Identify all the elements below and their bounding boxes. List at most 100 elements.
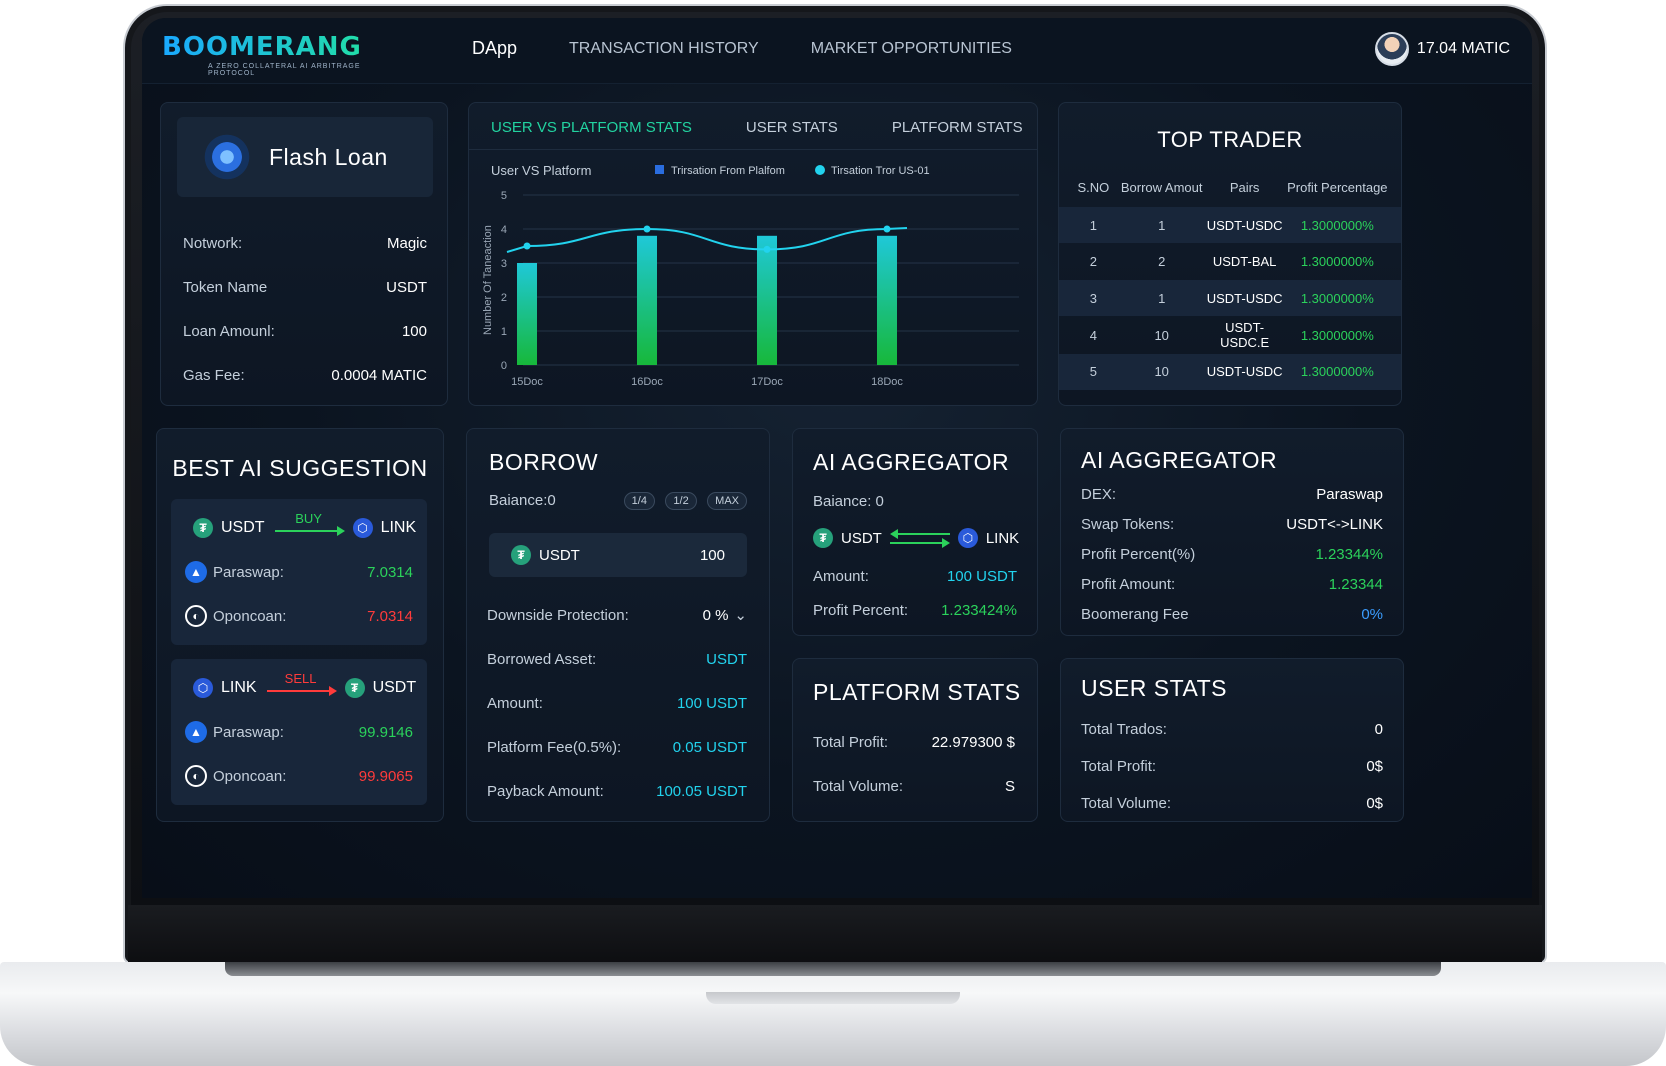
buy-arrow-head xyxy=(336,526,345,536)
col-profit-percentage: Profit Percentage xyxy=(1287,179,1388,195)
laptop-hinge xyxy=(225,962,1441,976)
platform-stats-title: PLATFORM STATS xyxy=(813,679,1021,705)
y-tick-label: 1 xyxy=(501,326,507,338)
user-profit-value: 0$ xyxy=(1366,758,1383,775)
borrowed-asset-value: USDT xyxy=(706,650,747,668)
flash-loan-icon xyxy=(201,131,253,183)
table-row[interactable]: 1 1 USDT-USDC 1.3000000% xyxy=(1059,207,1401,243)
link-icon: ⬡ xyxy=(957,528,978,548)
sell-pair: ⬡ LINK SELL ₮ USDT xyxy=(193,671,417,699)
ai-agg1-profit-label: Profit Percent: xyxy=(813,601,909,619)
ai-agg1-profit-value: 1.233424% xyxy=(941,601,1017,619)
cell-borrow: 1 xyxy=(1158,290,1166,306)
cell-borrow: 2 xyxy=(1158,254,1166,270)
max-button[interactable]: MAX xyxy=(707,492,747,510)
borrow-amount-value: 100 USDT xyxy=(676,694,747,712)
platform-profit-label: Total Profit: xyxy=(813,733,889,751)
cell-profit: 1.3000000% xyxy=(1300,254,1374,270)
link-icon: ⬡ xyxy=(352,518,373,538)
y-axis-label: Number Of Taneaction xyxy=(482,225,494,335)
borrow-token-select[interactable]: ₮ USDT xyxy=(511,545,580,565)
tab-user-vs-platform[interactable]: USER VS PLATFORM STATS xyxy=(491,119,692,136)
cell-profit: 1.3000000% xyxy=(1300,327,1374,343)
openocean-icon: ◐ xyxy=(185,605,207,627)
x-tick-label: 15Doc xyxy=(511,376,543,388)
buy-opencoan-value: 7.0314 xyxy=(367,607,413,625)
logo-tagline: A ZERO COLLATERAL AI ARBITRAGE PROTOCOL xyxy=(208,63,361,77)
buy-label: BUY xyxy=(295,511,322,526)
stats-tabs: USER VS PLATFORM STATS USER STATS PLATFO… xyxy=(491,119,1023,136)
flash-network-value: Magic xyxy=(386,234,427,252)
platform-fee-label: Platform Fee(0.5%): xyxy=(487,738,622,756)
cell-pair: USDT-USDC.E xyxy=(1220,320,1270,351)
borrow-amount[interactable]: 100 xyxy=(700,547,725,564)
table-row[interactable]: 3 1 USDT-USDC 1.3000000% xyxy=(1059,280,1401,317)
best-ai-title: BEST AI SUGGESTION xyxy=(172,455,428,481)
flash-gas-value: 0.0004 MATIC xyxy=(331,366,427,384)
x-tick-label: 18Doc xyxy=(871,376,903,388)
swap-arrows-icon[interactable] xyxy=(889,527,950,549)
half-button[interactable]: 1/2 xyxy=(665,492,697,510)
paraswap-icon: ▲ xyxy=(185,561,207,583)
buy-paraswap-value: 7.0314 xyxy=(367,563,413,581)
boomerang-logo[interactable]: BOOMERANG A ZERO COLLATERAL AI ARBITRAGE… xyxy=(162,32,382,77)
sell-suggestion[interactable]: ⬡ LINK SELL ₮ USDT ▲ Paraswap: 99.9146 ◐… xyxy=(171,659,427,805)
quarter-button[interactable]: 1/4 xyxy=(623,492,655,510)
nav-market-opportunities[interactable]: MARKET OPPORTUNITIES xyxy=(811,40,1012,59)
ai-agg2-profit-percent-row: Profit Percent(%) 1.23344% xyxy=(1081,539,1383,569)
buy-paraswap-label: Paraswap: xyxy=(213,563,284,581)
buy-suggestion[interactable]: ₮ USDT BUY ⬡ LINK ▲ Paraswap: 7.0314 ◐ O… xyxy=(171,499,427,645)
table-row[interactable]: 2 2 USDT-BAL 1.3000000% xyxy=(1059,244,1401,280)
tab-platform-stats[interactable]: PLATFORM STATS xyxy=(892,119,1023,136)
borrow-amount-input[interactable]: ₮ USDT 100 xyxy=(489,533,747,577)
ai-agg2-fee-row: Boomerang Fee 0% xyxy=(1081,599,1383,629)
nav-transaction-history[interactable]: TRANSACTION HISTORY xyxy=(569,40,759,59)
nav-dapp[interactable]: DApp xyxy=(472,38,517,59)
platform-fee-value: 0.05 USDT xyxy=(672,738,747,756)
flash-amount-row: Loan Amounl: 100 xyxy=(183,309,427,353)
main-nav: DApp TRANSACTION HISTORY MARKET OPPORTUN… xyxy=(472,38,1012,59)
ai-agg2-dex-row: DEX: Paraswap xyxy=(1081,479,1383,509)
ai-agg2-swap-value: USDT<->LINK xyxy=(1286,515,1383,533)
platform-volume-label: Total Volume: xyxy=(813,777,904,795)
wallet-button[interactable]: 17.04 MATIC xyxy=(1374,32,1510,66)
ai-agg1-title: AI AGGREGATOR xyxy=(813,449,1010,475)
user-stats-card: USER STATS Total Trados: 0 Total Profit:… xyxy=(1060,658,1404,822)
swap-arrow-right-head xyxy=(941,538,950,548)
ai-agg1-amount-label: Amount: xyxy=(813,567,869,585)
borrow-details: Downside Protection: 0 % ⌄ Borrowed Asse… xyxy=(487,593,747,813)
sell-arrow-head xyxy=(328,686,337,696)
sell-paraswap-value: 99.9146 xyxy=(358,723,413,741)
ai-agg2-fee-label: Boomerang Fee xyxy=(1081,605,1189,623)
ai-agg2-swap-row: Swap Tokens: USDT<->LINK xyxy=(1081,509,1383,539)
user-trades-value: 0 xyxy=(1374,721,1383,738)
cell-sno: 3 xyxy=(1089,290,1097,306)
payback-amount-label: Payback Amount: xyxy=(487,782,604,800)
buy-opencoan-label-wrap: ◐ Oponcoan: xyxy=(185,605,286,627)
sell-to-token: USDT xyxy=(372,679,417,696)
sell-opencoan-label-wrap: ◐ Oponcoan: xyxy=(185,765,286,787)
wallet-balance: 17.04 MATIC xyxy=(1416,40,1510,57)
table-row[interactable]: 4 10 USDT-USDC.E 1.3000000% xyxy=(1059,317,1401,353)
top-trader-title: TOP TRADER xyxy=(1157,127,1303,152)
table-row[interactable]: 5 10 USDT-USDC 1.3000000% xyxy=(1059,353,1401,390)
ai-agg2-swap-label: Swap Tokens: xyxy=(1081,515,1175,533)
top-navbar: BOOMERANG A ZERO COLLATERAL AI ARBITRAGE… xyxy=(142,18,1532,84)
legend-line-swatch xyxy=(815,165,825,175)
downside-protection-value: 0 % xyxy=(702,606,729,624)
avatar[interactable] xyxy=(1374,32,1409,66)
platform-volume-value: S xyxy=(1004,777,1015,795)
borrowed-asset-label: Borrowed Asset: xyxy=(487,650,597,668)
tab-user-stats[interactable]: USER STATS xyxy=(746,119,838,136)
ai-agg2-profit-amount-label: Profit Amount: xyxy=(1081,575,1176,593)
sell-opencoan-label: Oponcoan: xyxy=(213,767,287,785)
paraswap-icon: ▲ xyxy=(185,721,207,743)
borrow-card: BORROW Baiance:0 1/4 1/2 MAX ₮ USDT 100 … xyxy=(466,428,770,822)
borrow-token: USDT xyxy=(539,546,580,564)
flash-network-row: Notwork: Magic xyxy=(183,221,427,265)
downside-protection-select[interactable]: 0 % ⌄ xyxy=(702,606,747,625)
flash-gas-row: Gas Fee: 0.0004 MATIC xyxy=(183,353,427,397)
sell-arrow-line xyxy=(266,690,331,692)
col-borrow-amount: Borrow Amout xyxy=(1120,179,1203,195)
borrow-pills: 1/4 1/2 MAX xyxy=(618,491,747,510)
